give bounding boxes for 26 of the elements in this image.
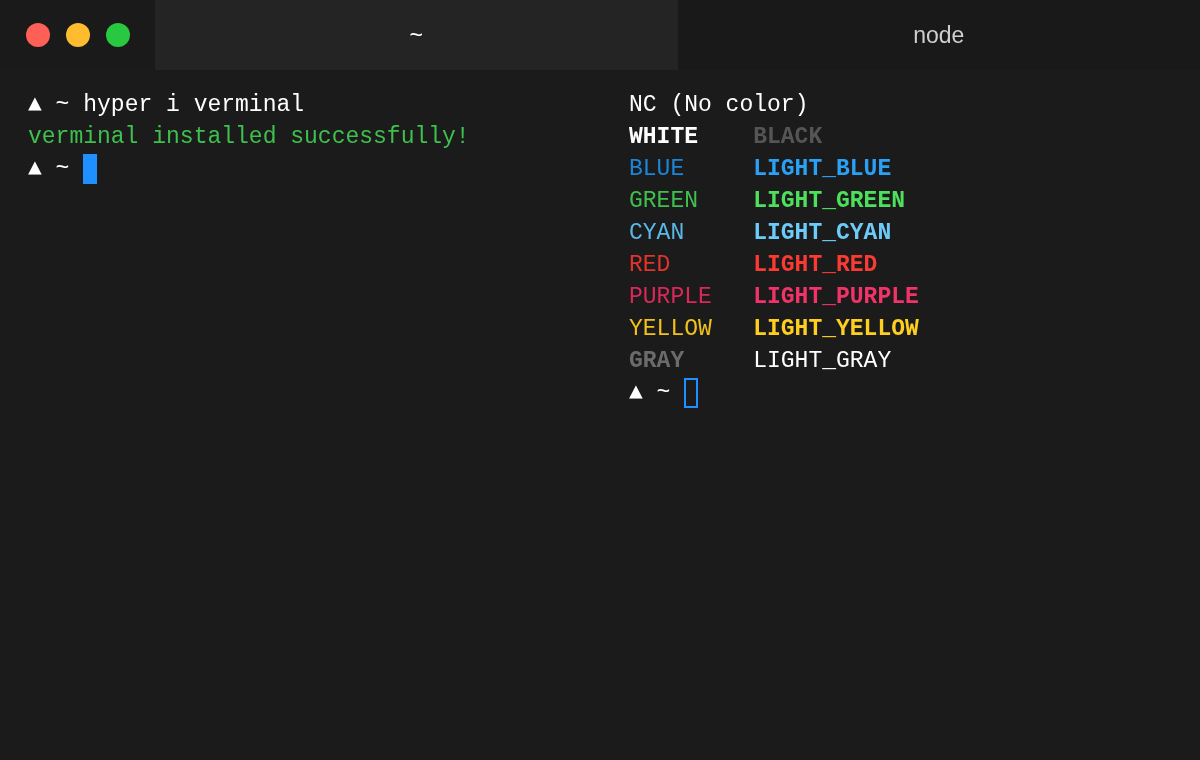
window-control-button[interactable] xyxy=(66,23,90,47)
tab[interactable]: ~ xyxy=(155,0,678,70)
color-name-text: CYAN xyxy=(629,219,686,248)
color-name-text: YELLOW xyxy=(629,315,713,344)
window-control-button[interactable] xyxy=(26,23,50,47)
prompt-text: ▲ ~ xyxy=(28,155,70,184)
color-name-text: LIGHT_BLUE xyxy=(753,155,892,184)
color-name-text: LIGHT_CYAN xyxy=(753,219,892,248)
color-name-text: BLUE xyxy=(629,155,686,184)
color-name-text: RED xyxy=(629,251,672,280)
color-name-text: PURPLE xyxy=(629,283,713,312)
output-text: verminal installed successfully! xyxy=(28,123,470,152)
color-name-text: GRAY xyxy=(629,347,686,376)
command-text: hyper i verminal xyxy=(83,91,305,120)
color-name-text: LIGHT_GRAY xyxy=(753,347,892,376)
color-name-text: GREEN xyxy=(629,187,699,216)
prompt-text: ▲ ~ xyxy=(629,379,671,408)
window-control-button[interactable] xyxy=(106,23,130,47)
color-name-text: LIGHT_YELLOW xyxy=(753,315,919,344)
color-name-text: LIGHT_PURPLE xyxy=(753,283,919,312)
color-name-text: LIGHT_RED xyxy=(753,251,878,280)
color-name-text: LIGHT_GREEN xyxy=(753,187,906,216)
output-text: NC (No color) xyxy=(629,91,809,120)
color-name-text: BLACK xyxy=(753,123,823,152)
color-name-text: WHITE xyxy=(629,123,699,152)
prompt-text: ▲ ~ xyxy=(28,91,70,120)
